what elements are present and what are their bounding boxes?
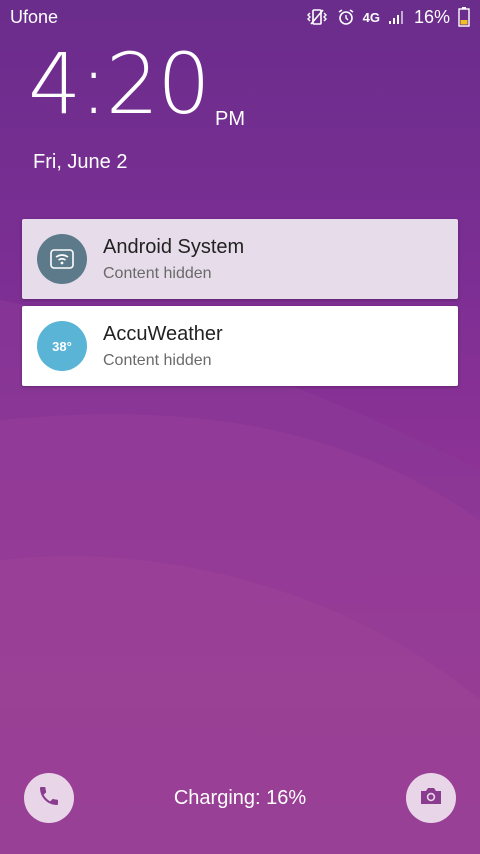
battery-percent: 16% — [413, 6, 450, 27]
notification-content: Content hidden — [103, 351, 212, 369]
notification-android-system[interactable]: Android System Content hidden — [22, 219, 458, 299]
weather-temp-icon: 38° — [37, 321, 87, 371]
camera-shortcut-button[interactable] — [406, 773, 456, 823]
notification-accuweather[interactable]: 38° AccuWeather Content hidden — [22, 306, 458, 386]
clock-ampm: PM — [215, 108, 245, 130]
clock-date: Fri, June 2 — [33, 151, 128, 173]
vibrate-icon — [305, 6, 329, 28]
wifi-icon — [37, 234, 87, 284]
signal-icon — [388, 6, 406, 28]
clock-time: 4:20 — [28, 35, 211, 133]
camera-icon — [418, 785, 444, 812]
notification-title: Android System — [103, 235, 245, 258]
network-4g-icon: 4G — [362, 9, 380, 25]
alarm-icon — [337, 6, 355, 28]
notification-content: Content hidden — [103, 264, 212, 282]
battery-icon — [458, 6, 470, 28]
carrier-label: Ufone — [10, 7, 59, 27]
notification-title: AccuWeather — [103, 322, 223, 345]
status-bar: Ufone 4G 16% — [0, 0, 480, 36]
